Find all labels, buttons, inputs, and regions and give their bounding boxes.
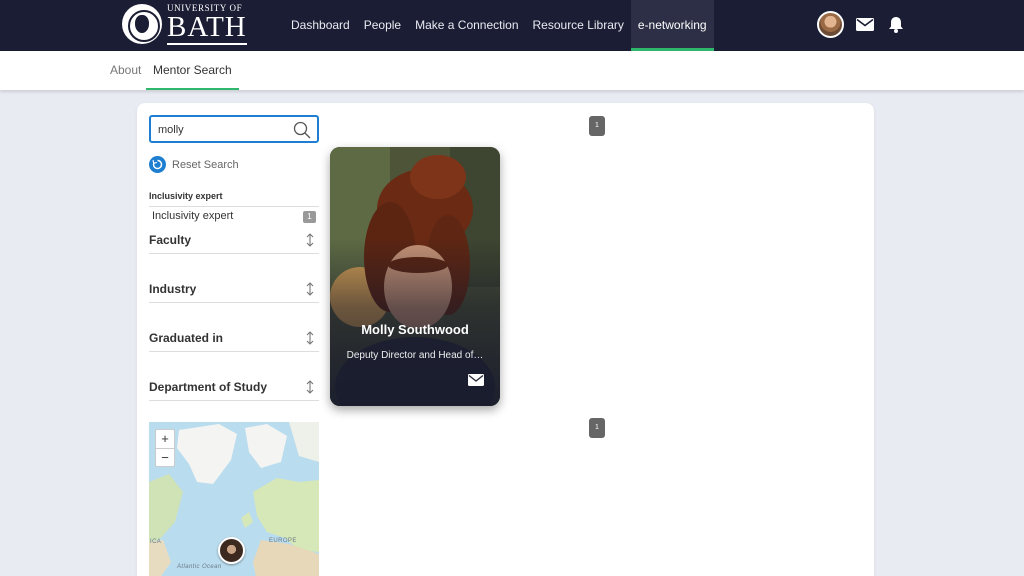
university-logo[interactable]: UNIVERSITY OF BATH: [122, 3, 247, 45]
filter-label: Industry: [149, 282, 197, 296]
nav-resource-library[interactable]: Resource Library: [526, 0, 631, 51]
filter-label: Department of Study: [149, 380, 268, 394]
nav-people[interactable]: People: [357, 0, 408, 51]
reset-search-label: Reset Search: [172, 158, 239, 171]
pagination-bottom[interactable]: 1: [589, 418, 605, 438]
facet-option-inclusivity-expert[interactable]: Inclusivity expert 1: [149, 206, 319, 226]
filter-department-of-study[interactable]: Department of Study: [149, 377, 319, 401]
tab-mentor-search[interactable]: Mentor Search: [146, 51, 239, 90]
filter-faculty[interactable]: Faculty: [149, 230, 319, 254]
bell-icon[interactable]: [886, 15, 906, 35]
facet-title: Inclusivity expert: [149, 191, 223, 201]
logo-text: UNIVERSITY OF BATH: [167, 3, 247, 45]
map-marker-avatar[interactable]: [218, 537, 245, 564]
pagination-top[interactable]: 1: [589, 116, 605, 136]
crest-icon: [122, 4, 162, 44]
header-actions: [817, 11, 906, 38]
zoom-in-button[interactable]: +: [156, 430, 174, 448]
main-nav: Dashboard People Make a Connection Resou…: [284, 0, 714, 51]
profile-name: Molly Southwood: [361, 322, 469, 337]
filter-label: Graduated in: [149, 331, 224, 345]
sort-arrows-icon: [306, 380, 314, 394]
sort-arrows-icon: [306, 331, 314, 345]
nav-dashboard[interactable]: Dashboard: [284, 0, 357, 51]
reset-icon: [149, 156, 166, 173]
profile-role: Deputy Director and Head of…: [346, 350, 484, 361]
nav-e-networking[interactable]: e-networking: [630, 0, 714, 51]
map-label-europe: EUROPE: [269, 538, 297, 544]
nav-make-a-connection[interactable]: Make a Connection: [408, 0, 525, 51]
filter-graduated-in[interactable]: Graduated in: [149, 328, 319, 352]
search-box: [149, 115, 319, 143]
reset-search-button[interactable]: Reset Search: [149, 156, 239, 173]
sort-arrows-icon: [306, 282, 314, 296]
facet-count-badge: 1: [303, 211, 316, 223]
map-label-atlantic: Atlantic Ocean: [177, 564, 222, 570]
map-zoom-controls: + −: [155, 429, 175, 467]
mentor-profile-card[interactable]: Molly Southwood Deputy Director and Head…: [330, 147, 500, 406]
envelope-icon[interactable]: [468, 374, 484, 386]
top-navigation-bar: UNIVERSITY OF BATH Dashboard People Make…: [0, 0, 1024, 51]
filter-industry[interactable]: Industry: [149, 279, 319, 303]
search-icon[interactable]: [293, 121, 311, 139]
filter-label: Faculty: [149, 233, 192, 247]
sub-navigation: About Mentor Search: [0, 51, 1024, 90]
user-avatar[interactable]: [817, 11, 844, 38]
profile-overlay: [330, 147, 500, 406]
facet-option-label: Inclusivity expert: [152, 210, 234, 222]
sort-arrows-icon: [306, 233, 314, 247]
tab-about[interactable]: About: [103, 51, 148, 90]
envelope-icon[interactable]: [855, 15, 875, 35]
search-input[interactable]: [158, 121, 288, 139]
zoom-out-button[interactable]: −: [156, 448, 174, 466]
logo-big-text: BATH: [167, 10, 247, 45]
map-label-ica: ICA: [150, 539, 162, 545]
